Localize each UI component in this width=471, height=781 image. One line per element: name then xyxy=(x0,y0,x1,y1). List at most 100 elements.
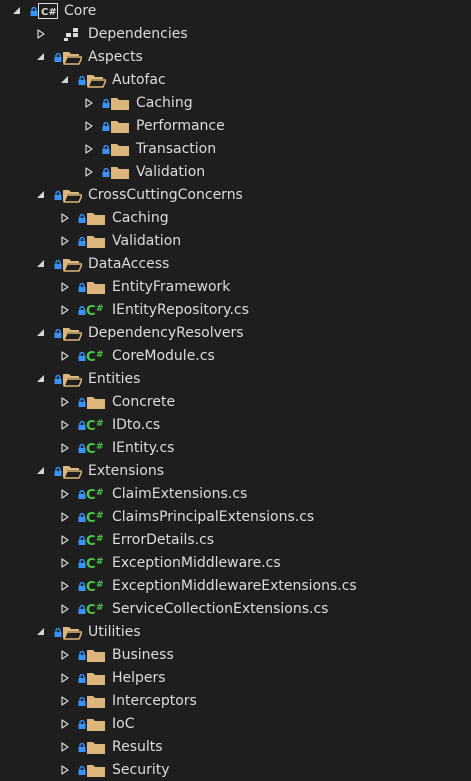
svg-text:#: # xyxy=(96,419,104,429)
tree-item-results[interactable]: Results xyxy=(0,736,471,759)
svg-text:C: C xyxy=(86,304,96,318)
tree-item-label: Autofac xyxy=(112,72,166,88)
tree-item-ientity-cs[interactable]: C # IEntity.cs xyxy=(0,437,471,460)
svg-text:C: C xyxy=(86,419,96,433)
tree-item-exceptionmiddlewareextensions-cs[interactable]: C # ExceptionMiddlewareExtensions.cs xyxy=(0,575,471,598)
tree-item-validation[interactable]: Validation xyxy=(0,230,471,253)
collapsed-arrow-icon[interactable] xyxy=(60,414,72,437)
svg-text:#: # xyxy=(96,488,104,498)
collapsed-arrow-icon[interactable] xyxy=(60,529,72,552)
tree-item-label: IEntity.cs xyxy=(112,440,175,456)
tree-item-label: EntityFramework xyxy=(112,279,231,295)
collapsed-arrow-icon[interactable] xyxy=(60,575,72,598)
collapsed-arrow-icon[interactable] xyxy=(60,437,72,460)
tree-item-claimextensions-cs[interactable]: C # ClaimExtensions.cs xyxy=(0,483,471,506)
tree-item-crosscuttingconcerns[interactable]: CrossCuttingConcerns xyxy=(0,184,471,207)
tree-item-servicecollectionextensions-cs[interactable]: C # ServiceCollectionExtensions.cs xyxy=(0,598,471,621)
tree-item-ientityrepository-cs[interactable]: C # IEntityRepository.cs xyxy=(0,299,471,322)
tree-item-label: Validation xyxy=(112,233,182,249)
tree-item-interceptors[interactable]: Interceptors xyxy=(0,690,471,713)
tree-item-extensions[interactable]: Extensions xyxy=(0,460,471,483)
collapsed-arrow-icon[interactable] xyxy=(60,345,72,368)
expanded-arrow-icon[interactable] xyxy=(36,322,48,345)
tree-item-concrete[interactable]: Concrete xyxy=(0,391,471,414)
svg-text:C: C xyxy=(86,488,96,502)
tree-item-transaction[interactable]: Transaction xyxy=(0,138,471,161)
tree-item-label: Helpers xyxy=(112,670,166,686)
expanded-arrow-icon[interactable] xyxy=(60,69,72,92)
tree-item-label: Business xyxy=(112,647,174,663)
svg-text:#: # xyxy=(96,350,104,360)
tree-item-dataaccess[interactable]: DataAccess xyxy=(0,253,471,276)
tree-item-label: CoreModule.cs xyxy=(112,348,215,364)
collapsed-arrow-icon[interactable] xyxy=(60,299,72,322)
tree-item-label: IEntityRepository.cs xyxy=(112,302,249,318)
tree-item-entities[interactable]: Entities xyxy=(0,368,471,391)
tree-item-label: CrossCuttingConcerns xyxy=(88,187,243,203)
tree-item-ioc[interactable]: IoC xyxy=(0,713,471,736)
collapsed-arrow-icon[interactable] xyxy=(84,92,96,115)
tree-item-autofac[interactable]: Autofac xyxy=(0,69,471,92)
collapsed-arrow-icon[interactable] xyxy=(60,759,72,781)
tree-item-exceptionmiddleware-cs[interactable]: C # ExceptionMiddleware.cs xyxy=(0,552,471,575)
svg-text:C: C xyxy=(86,557,96,571)
tree-item-caching[interactable]: Caching xyxy=(0,207,471,230)
collapsed-arrow-icon[interactable] xyxy=(60,483,72,506)
tree-item-idto-cs[interactable]: C # IDto.cs xyxy=(0,414,471,437)
tree-item-errordetails-cs[interactable]: C # ErrorDetails.cs xyxy=(0,529,471,552)
collapsed-arrow-icon[interactable] xyxy=(60,230,72,253)
collapsed-arrow-icon[interactable] xyxy=(84,115,96,138)
expanded-arrow-icon[interactable] xyxy=(12,0,24,23)
tree-item-claimsprincipalextensions-cs[interactable]: C # ClaimsPrincipalExtensions.cs xyxy=(0,506,471,529)
expanded-arrow-icon[interactable] xyxy=(36,253,48,276)
collapsed-arrow-icon[interactable] xyxy=(60,690,72,713)
tree-item-performance[interactable]: Performance xyxy=(0,115,471,138)
expanded-arrow-icon[interactable] xyxy=(36,460,48,483)
svg-text:C#: C# xyxy=(41,7,57,18)
tree-item-dependencyresolvers[interactable]: DependencyResolvers xyxy=(0,322,471,345)
collapsed-arrow-icon[interactable] xyxy=(36,23,48,46)
collapsed-arrow-icon[interactable] xyxy=(60,391,72,414)
expanded-arrow-icon[interactable] xyxy=(36,184,48,207)
expanded-arrow-icon[interactable] xyxy=(36,46,48,69)
svg-text:#: # xyxy=(96,534,104,544)
collapsed-arrow-icon[interactable] xyxy=(60,598,72,621)
tree-item-label: Security xyxy=(112,762,170,778)
tree-item-label: Caching xyxy=(112,210,169,226)
tree-item-label: ExceptionMiddlewareExtensions.cs xyxy=(112,578,357,594)
collapsed-arrow-icon[interactable] xyxy=(60,276,72,299)
expanded-arrow-icon[interactable] xyxy=(36,621,48,644)
tree-item-label: IDto.cs xyxy=(112,417,161,433)
collapsed-arrow-icon[interactable] xyxy=(60,644,72,667)
tree-item-label: Entities xyxy=(88,371,141,387)
tree-item-label: Interceptors xyxy=(112,693,197,709)
tree-item-business[interactable]: Business xyxy=(0,644,471,667)
collapsed-arrow-icon[interactable] xyxy=(60,736,72,759)
collapsed-arrow-icon[interactable] xyxy=(60,506,72,529)
tree-item-label: ServiceCollectionExtensions.cs xyxy=(112,601,329,617)
tree-item-dependencies[interactable]: Dependencies xyxy=(0,23,471,46)
collapsed-arrow-icon[interactable] xyxy=(60,552,72,575)
tree-item-core[interactable]: C# Core xyxy=(0,0,471,23)
collapsed-arrow-icon[interactable] xyxy=(60,713,72,736)
tree-item-caching[interactable]: Caching xyxy=(0,92,471,115)
collapsed-arrow-icon[interactable] xyxy=(60,667,72,690)
tree-item-label: ErrorDetails.cs xyxy=(112,532,215,548)
tree-item-validation[interactable]: Validation xyxy=(0,161,471,184)
tree-item-label: DependencyResolvers xyxy=(88,325,244,341)
expanded-arrow-icon[interactable] xyxy=(36,368,48,391)
tree-item-security[interactable]: Security xyxy=(0,759,471,781)
tree-item-entityframework[interactable]: EntityFramework xyxy=(0,276,471,299)
svg-text:#: # xyxy=(96,580,104,590)
collapsed-arrow-icon[interactable] xyxy=(60,207,72,230)
collapsed-arrow-icon[interactable] xyxy=(84,161,96,184)
tree-item-aspects[interactable]: Aspects xyxy=(0,46,471,69)
tree-item-coremodule-cs[interactable]: C # CoreModule.cs xyxy=(0,345,471,368)
svg-text:#: # xyxy=(96,603,104,613)
tree-item-label: ExceptionMiddleware.cs xyxy=(112,555,281,571)
collapsed-arrow-icon[interactable] xyxy=(84,138,96,161)
svg-text:C: C xyxy=(86,603,96,617)
tree-item-helpers[interactable]: Helpers xyxy=(0,667,471,690)
tree-item-label: Extensions xyxy=(88,463,165,479)
tree-item-utilities[interactable]: Utilities xyxy=(0,621,471,644)
